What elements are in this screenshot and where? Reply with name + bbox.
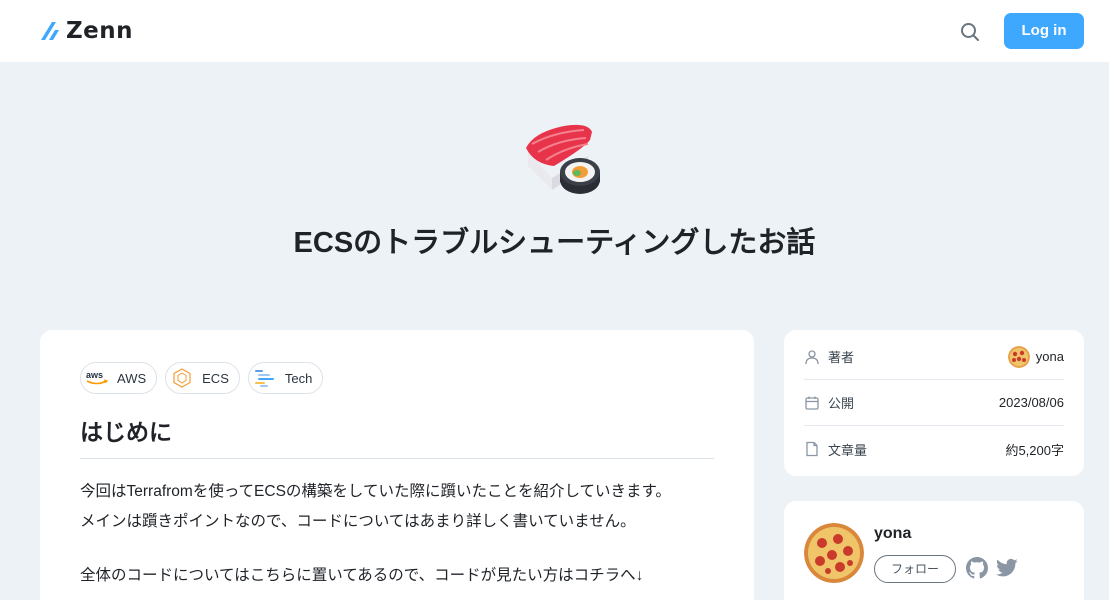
aws-icon: aws: [85, 366, 109, 390]
info-row-published: 公開 2023/08/06: [804, 380, 1064, 426]
site-header: Zenn Log in: [0, 0, 1109, 62]
info-row-author: 著者 yona: [804, 334, 1064, 380]
search-icon[interactable]: [958, 20, 982, 44]
topic-ecs[interactable]: ECS: [165, 362, 240, 394]
sushi-emoji-icon: [524, 122, 604, 200]
info-value-length: 約5,200字: [1005, 442, 1064, 458]
author-avatar[interactable]: [804, 523, 864, 583]
author-name[interactable]: yona: [874, 525, 911, 543]
author-card: yona フォロー: [784, 501, 1084, 600]
topic-tech[interactable]: Tech: [247, 362, 324, 394]
zenn-logo[interactable]: Zenn: [40, 18, 133, 44]
info-row-length: 文章量 約5,200字: [804, 426, 1064, 472]
github-icon[interactable]: [966, 557, 988, 579]
topic-label: Tech: [284, 370, 313, 386]
svg-text:aws: aws: [86, 370, 103, 380]
twitter-icon[interactable]: [996, 558, 1018, 578]
login-button[interactable]: Log in: [1004, 13, 1084, 49]
document-icon: [804, 441, 820, 457]
calendar-icon: [804, 395, 820, 411]
info-label-length: 文章量: [828, 442, 868, 458]
info-value-author[interactable]: yona: [1007, 345, 1064, 368]
heading-divider: [80, 458, 714, 459]
topic-aws[interactable]: aws AWS: [80, 362, 158, 394]
intro-line-1: 今回はTerrafromを使ってECSの構築をしていた際に躓いたことを紹介してい…: [80, 483, 671, 500]
info-author-name: yona: [1035, 349, 1064, 364]
follow-button[interactable]: フォロー: [874, 555, 956, 583]
article-card: aws AWS ECS Tech はじめに 今回はTerrafromを使ってEC…: [40, 330, 754, 600]
topic-label: ECS: [202, 370, 229, 386]
info-label-published: 公開: [828, 396, 855, 411]
intro-line-2: メインは躓きポイントなので、コードについてはあまり詳しく書いていません。: [80, 513, 636, 530]
article-title: ECSのトラブルシューティングしたお話: [293, 227, 816, 259]
tech-icon: [253, 366, 277, 390]
ecs-icon: [170, 366, 194, 390]
code-link-paragraph: 全体のコードについてはこちらに置いてあるので、コードが見たい方はコチラへ↓: [80, 567, 644, 584]
user-icon: [804, 349, 820, 365]
info-label-author: 著者: [828, 350, 855, 365]
author-mini-avatar: [1007, 345, 1030, 368]
info-value-published: 2023/08/06: [998, 395, 1064, 410]
article-info-card: 著者 yona 公開 2023/08/06 文章量 約5,200字: [784, 330, 1084, 476]
topic-label: AWS: [117, 370, 147, 386]
zenn-logo-mark: [41, 22, 59, 40]
section-heading: はじめに: [80, 419, 172, 445]
intro-paragraph: 今回はTerrafromを使ってECSの構築をしていた際に躓いたことを紹介してい…: [80, 477, 671, 537]
logo-text: Zenn: [66, 18, 134, 44]
topic-list: aws AWS ECS Tech: [80, 362, 324, 394]
